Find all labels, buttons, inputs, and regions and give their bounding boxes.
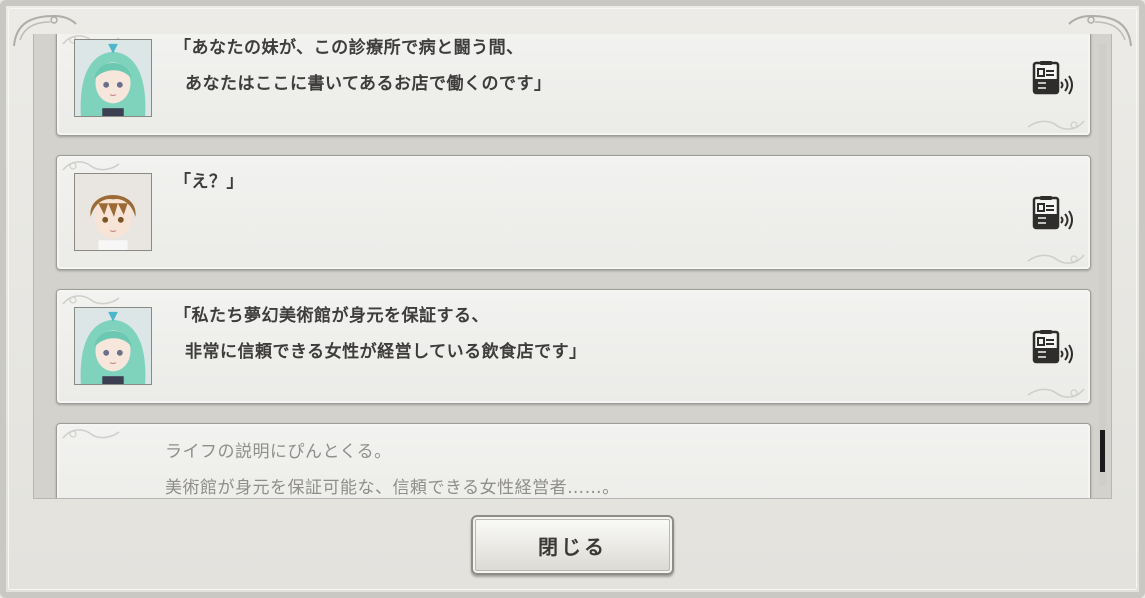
ornament	[62, 161, 120, 171]
speaker-avatar-green-hair	[74, 39, 152, 117]
voice-replay-icon[interactable]	[1032, 60, 1074, 98]
close-button[interactable]: 閉じる	[471, 515, 674, 575]
speech-text: 「私たち夢幻美術館が身元を保証する、 非常に信頼できる女性が経営している飲食店で…	[174, 298, 587, 370]
log-entry: 「私たち夢幻美術館が身元を保証する、 非常に信頼できる女性が経営している飲食店で…	[56, 289, 1091, 404]
speech-text: 「え？」	[174, 164, 244, 200]
log-entry-narration: ライフの説明にぴんとくる。 美術館が身元を保証可能な、信頼できる女性経営者……。	[56, 423, 1091, 498]
scrollbar-thumb[interactable]	[1100, 430, 1105, 472]
ornament	[1027, 388, 1085, 398]
narration-text: ライフの説明にぴんとくる。 美術館が身元を保証可能な、信頼できる女性経営者……。	[165, 434, 620, 498]
speaker-avatar-brown-hair	[74, 173, 152, 251]
narration-line-2: 美術館が身元を保証可能な、信頼できる女性経営者……。	[165, 478, 620, 498]
speech-text: 「あなたの妹が、この診療所で病と闘う間、 あなたはここに書いてあるお店で働くので…	[174, 34, 551, 102]
backlog-list[interactable]: 「あなたの妹が、この診療所で病と闘う間、 あなたはここに書いてあるお店で働くので…	[33, 34, 1112, 499]
speech-line-2: 非常に信頼できる女性が経営している飲食店です」	[185, 342, 587, 362]
speaker-avatar-green-hair	[74, 307, 152, 385]
voice-replay-icon[interactable]	[1032, 329, 1074, 367]
ornament	[62, 295, 120, 305]
speech-line-1: 「私たち夢幻美術館が身元を保証する、	[174, 306, 489, 326]
log-entry: 「あなたの妹が、この診療所で病と闘う間、 あなたはここに書いてあるお店で働くので…	[56, 34, 1091, 136]
ornament	[1027, 120, 1085, 130]
ornament	[62, 429, 120, 439]
scrollbar-track[interactable]	[1099, 44, 1106, 486]
speech-line-1: 「え？」	[174, 172, 244, 192]
narration-line-1: ライフの説明にぴんとくる。	[165, 442, 392, 462]
voice-replay-icon[interactable]	[1032, 195, 1074, 233]
speech-line-1: 「あなたの妹が、この診療所で病と闘う間、	[174, 38, 524, 58]
speech-line-2: あなたはここに書いてあるお店で働くのです」	[185, 74, 552, 94]
ornament	[1027, 254, 1085, 264]
log-entry: 「え？」	[56, 155, 1091, 270]
close-button-label: 閉じる	[538, 534, 607, 559]
